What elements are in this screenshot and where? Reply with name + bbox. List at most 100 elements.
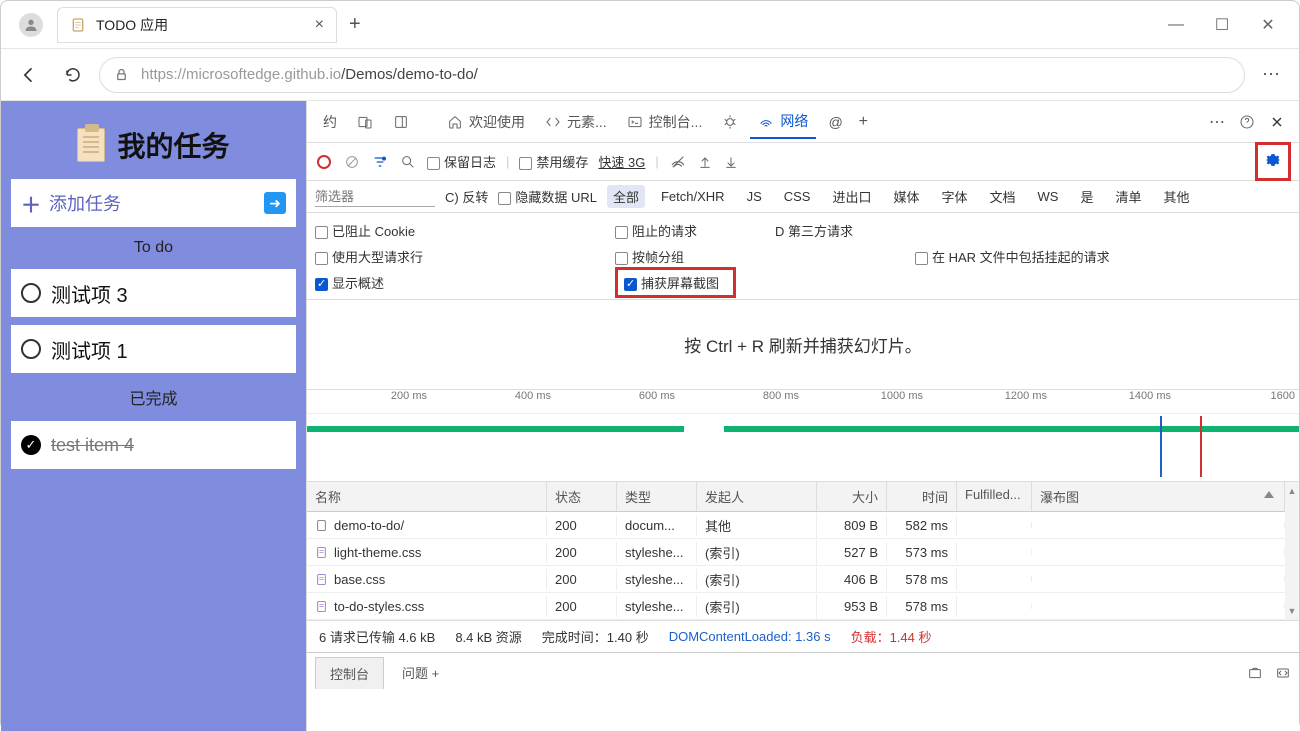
- clear-button[interactable]: [343, 153, 361, 171]
- col-time[interactable]: 时间: [887, 482, 957, 511]
- drawer-tab-issues[interactable]: 问题 +: [388, 657, 453, 688]
- devtools-tab-welcome[interactable]: 欢迎使用: [439, 106, 533, 138]
- browser-menu-icon[interactable]: ⋯: [1253, 64, 1289, 85]
- filter-js[interactable]: JS: [741, 187, 768, 206]
- filter-font[interactable]: 字体: [936, 185, 974, 208]
- devtools-tab-console[interactable]: 控制台...: [619, 106, 711, 138]
- scroll-up-icon[interactable]: ▲: [1288, 486, 1297, 496]
- close-window-button[interactable]: ✕: [1245, 5, 1291, 45]
- filter-media[interactable]: 媒体: [887, 185, 925, 208]
- settings-button[interactable]: [1255, 142, 1291, 181]
- col-size[interactable]: 大小: [817, 482, 887, 511]
- summary-requests: 6 请求已传输 4.6 kB: [319, 627, 435, 646]
- tab-title: TODO 应用: [96, 15, 168, 35]
- devtools-tab-elements[interactable]: 元素...: [537, 106, 615, 138]
- close-devtools-icon[interactable]: [1269, 114, 1285, 130]
- device-mode-icon[interactable]: [349, 108, 381, 136]
- filter-wasm[interactable]: 是: [1074, 185, 1099, 208]
- col-waterfall[interactable]: 瀑布图: [1032, 482, 1285, 511]
- preserve-log-checkbox[interactable]: 保留日志: [427, 152, 496, 171]
- blocked-cookie-checkbox[interactable]: 已阻止 Cookie: [315, 221, 415, 240]
- url-host: https://microsoftedge.github.io: [141, 66, 341, 83]
- upload-icon[interactable]: [697, 154, 713, 170]
- bug-icon[interactable]: [714, 108, 746, 136]
- task-item[interactable]: 测试项 3: [11, 269, 296, 317]
- new-tab-button[interactable]: +: [345, 9, 365, 40]
- drawer-tab-console[interactable]: 控制台: [315, 657, 384, 689]
- overview-checkbox[interactable]: 显示概述: [315, 273, 384, 292]
- maximize-button[interactable]: ☐: [1199, 5, 1245, 45]
- url-path: /Demos/demo-to-do/: [341, 66, 478, 83]
- throttle-select[interactable]: 快速 3G: [598, 152, 645, 171]
- network-row[interactable]: base.css 200 styleshe... (索引) 406 B 578 …: [307, 566, 1285, 593]
- profile-avatar[interactable]: [19, 13, 43, 37]
- offline-icon[interactable]: [669, 153, 687, 171]
- devtools-tab-at[interactable]: @: [820, 108, 850, 136]
- filter-doc[interactable]: 文档: [984, 185, 1022, 208]
- col-type[interactable]: 类型: [617, 482, 697, 511]
- network-row[interactable]: demo-to-do/ 200 docum... 其他 809 B 582 ms: [307, 512, 1285, 539]
- frame-group-checkbox[interactable]: 按帧分组: [615, 247, 684, 266]
- third-party-label[interactable]: D 第三方请求: [775, 221, 853, 240]
- devtools-tab-inspect[interactable]: 约: [315, 106, 345, 138]
- har-pending-checkbox[interactable]: 在 HAR 文件中包括挂起的请求: [915, 247, 1110, 266]
- browser-tab[interactable]: TODO 应用 ×: [57, 7, 337, 43]
- timeline-overview[interactable]: 200 ms 400 ms 600 ms 800 ms 1000 ms 1200…: [307, 390, 1299, 482]
- task-circle-icon[interactable]: [21, 283, 41, 303]
- filter-ws[interactable]: WS: [1032, 187, 1065, 206]
- lock-icon: [114, 67, 129, 82]
- record-button[interactable]: [315, 153, 333, 171]
- invert-label[interactable]: C) 反转: [445, 187, 488, 206]
- dock-icon[interactable]: [385, 108, 417, 136]
- plus-icon: ＋: [21, 189, 41, 218]
- scroll-down-icon[interactable]: ▼: [1288, 606, 1297, 616]
- download-icon[interactable]: [723, 154, 739, 170]
- search-icon[interactable]: [399, 153, 417, 171]
- close-tab-icon[interactable]: ×: [315, 16, 324, 34]
- col-fulfilled[interactable]: Fulfilled...: [957, 482, 1032, 511]
- todo-section-header: To do: [11, 235, 296, 261]
- summary-load: 负载：1.44 秒: [851, 627, 932, 646]
- filter-imexp[interactable]: 进出口: [826, 185, 877, 208]
- task-check-icon[interactable]: ✓: [21, 435, 41, 455]
- drawer-icon-2[interactable]: [1275, 665, 1291, 681]
- add-task-input[interactable]: ＋ 添加任务 ➜: [11, 179, 296, 227]
- add-task-submit[interactable]: ➜: [264, 192, 286, 214]
- summary-domcontentloaded: DOMContentLoaded: 1.36 s: [669, 629, 831, 644]
- task-item[interactable]: 测试项 1: [11, 325, 296, 373]
- minimize-button[interactable]: —: [1153, 5, 1199, 45]
- task-circle-icon[interactable]: [21, 339, 41, 359]
- col-status[interactable]: 状态: [547, 482, 617, 511]
- sort-arrow-icon: [1264, 491, 1274, 498]
- filter-other[interactable]: 其他: [1158, 185, 1196, 208]
- screenshots-checkbox[interactable]: 捕获屏幕截图: [624, 276, 719, 291]
- col-initiator[interactable]: 发起人: [697, 482, 817, 511]
- task-item-done[interactable]: ✓test item 4: [11, 421, 296, 469]
- filter-toggle-icon[interactable]: [371, 153, 389, 171]
- hide-data-url-checkbox[interactable]: 隐藏数据 URL: [498, 187, 597, 206]
- add-tab-button[interactable]: +: [855, 113, 872, 131]
- filter-fetch[interactable]: Fetch/XHR: [655, 187, 731, 206]
- network-row[interactable]: light-theme.css 200 styleshe... (索引) 527…: [307, 539, 1285, 566]
- disable-cache-checkbox[interactable]: 禁用缓存: [519, 152, 588, 171]
- col-name[interactable]: 名称: [307, 482, 547, 511]
- capture-hint: 按 Ctrl + R 刷新并捕获幻灯片。: [307, 300, 1299, 390]
- refresh-button[interactable]: [55, 57, 91, 93]
- done-section-header: 已完成: [11, 381, 296, 413]
- back-button[interactable]: [11, 57, 47, 93]
- clipboard-icon: [77, 128, 105, 162]
- page-title: 我的任务: [11, 111, 296, 171]
- network-row[interactable]: to-do-styles.css 200 styleshe... (索引) 95…: [307, 593, 1285, 620]
- drawer-icon-1[interactable]: [1247, 665, 1263, 681]
- filter-all[interactable]: 全部: [607, 185, 645, 208]
- blocked-req-checkbox[interactable]: 阻止的请求: [615, 221, 697, 240]
- help-icon[interactable]: [1239, 114, 1255, 130]
- devtools-tab-network[interactable]: 网络: [750, 105, 816, 139]
- more-tools-icon[interactable]: ⋯: [1209, 112, 1225, 132]
- address-bar[interactable]: https://microsoftedge.github.io/Demos/de…: [99, 57, 1245, 93]
- filter-manifest[interactable]: 清单: [1110, 185, 1148, 208]
- filter-input[interactable]: [315, 187, 435, 207]
- summary-finish: 完成时间：1.40 秒: [542, 627, 649, 646]
- filter-css[interactable]: CSS: [778, 187, 817, 206]
- large-rows-checkbox[interactable]: 使用大型请求行: [315, 247, 423, 266]
